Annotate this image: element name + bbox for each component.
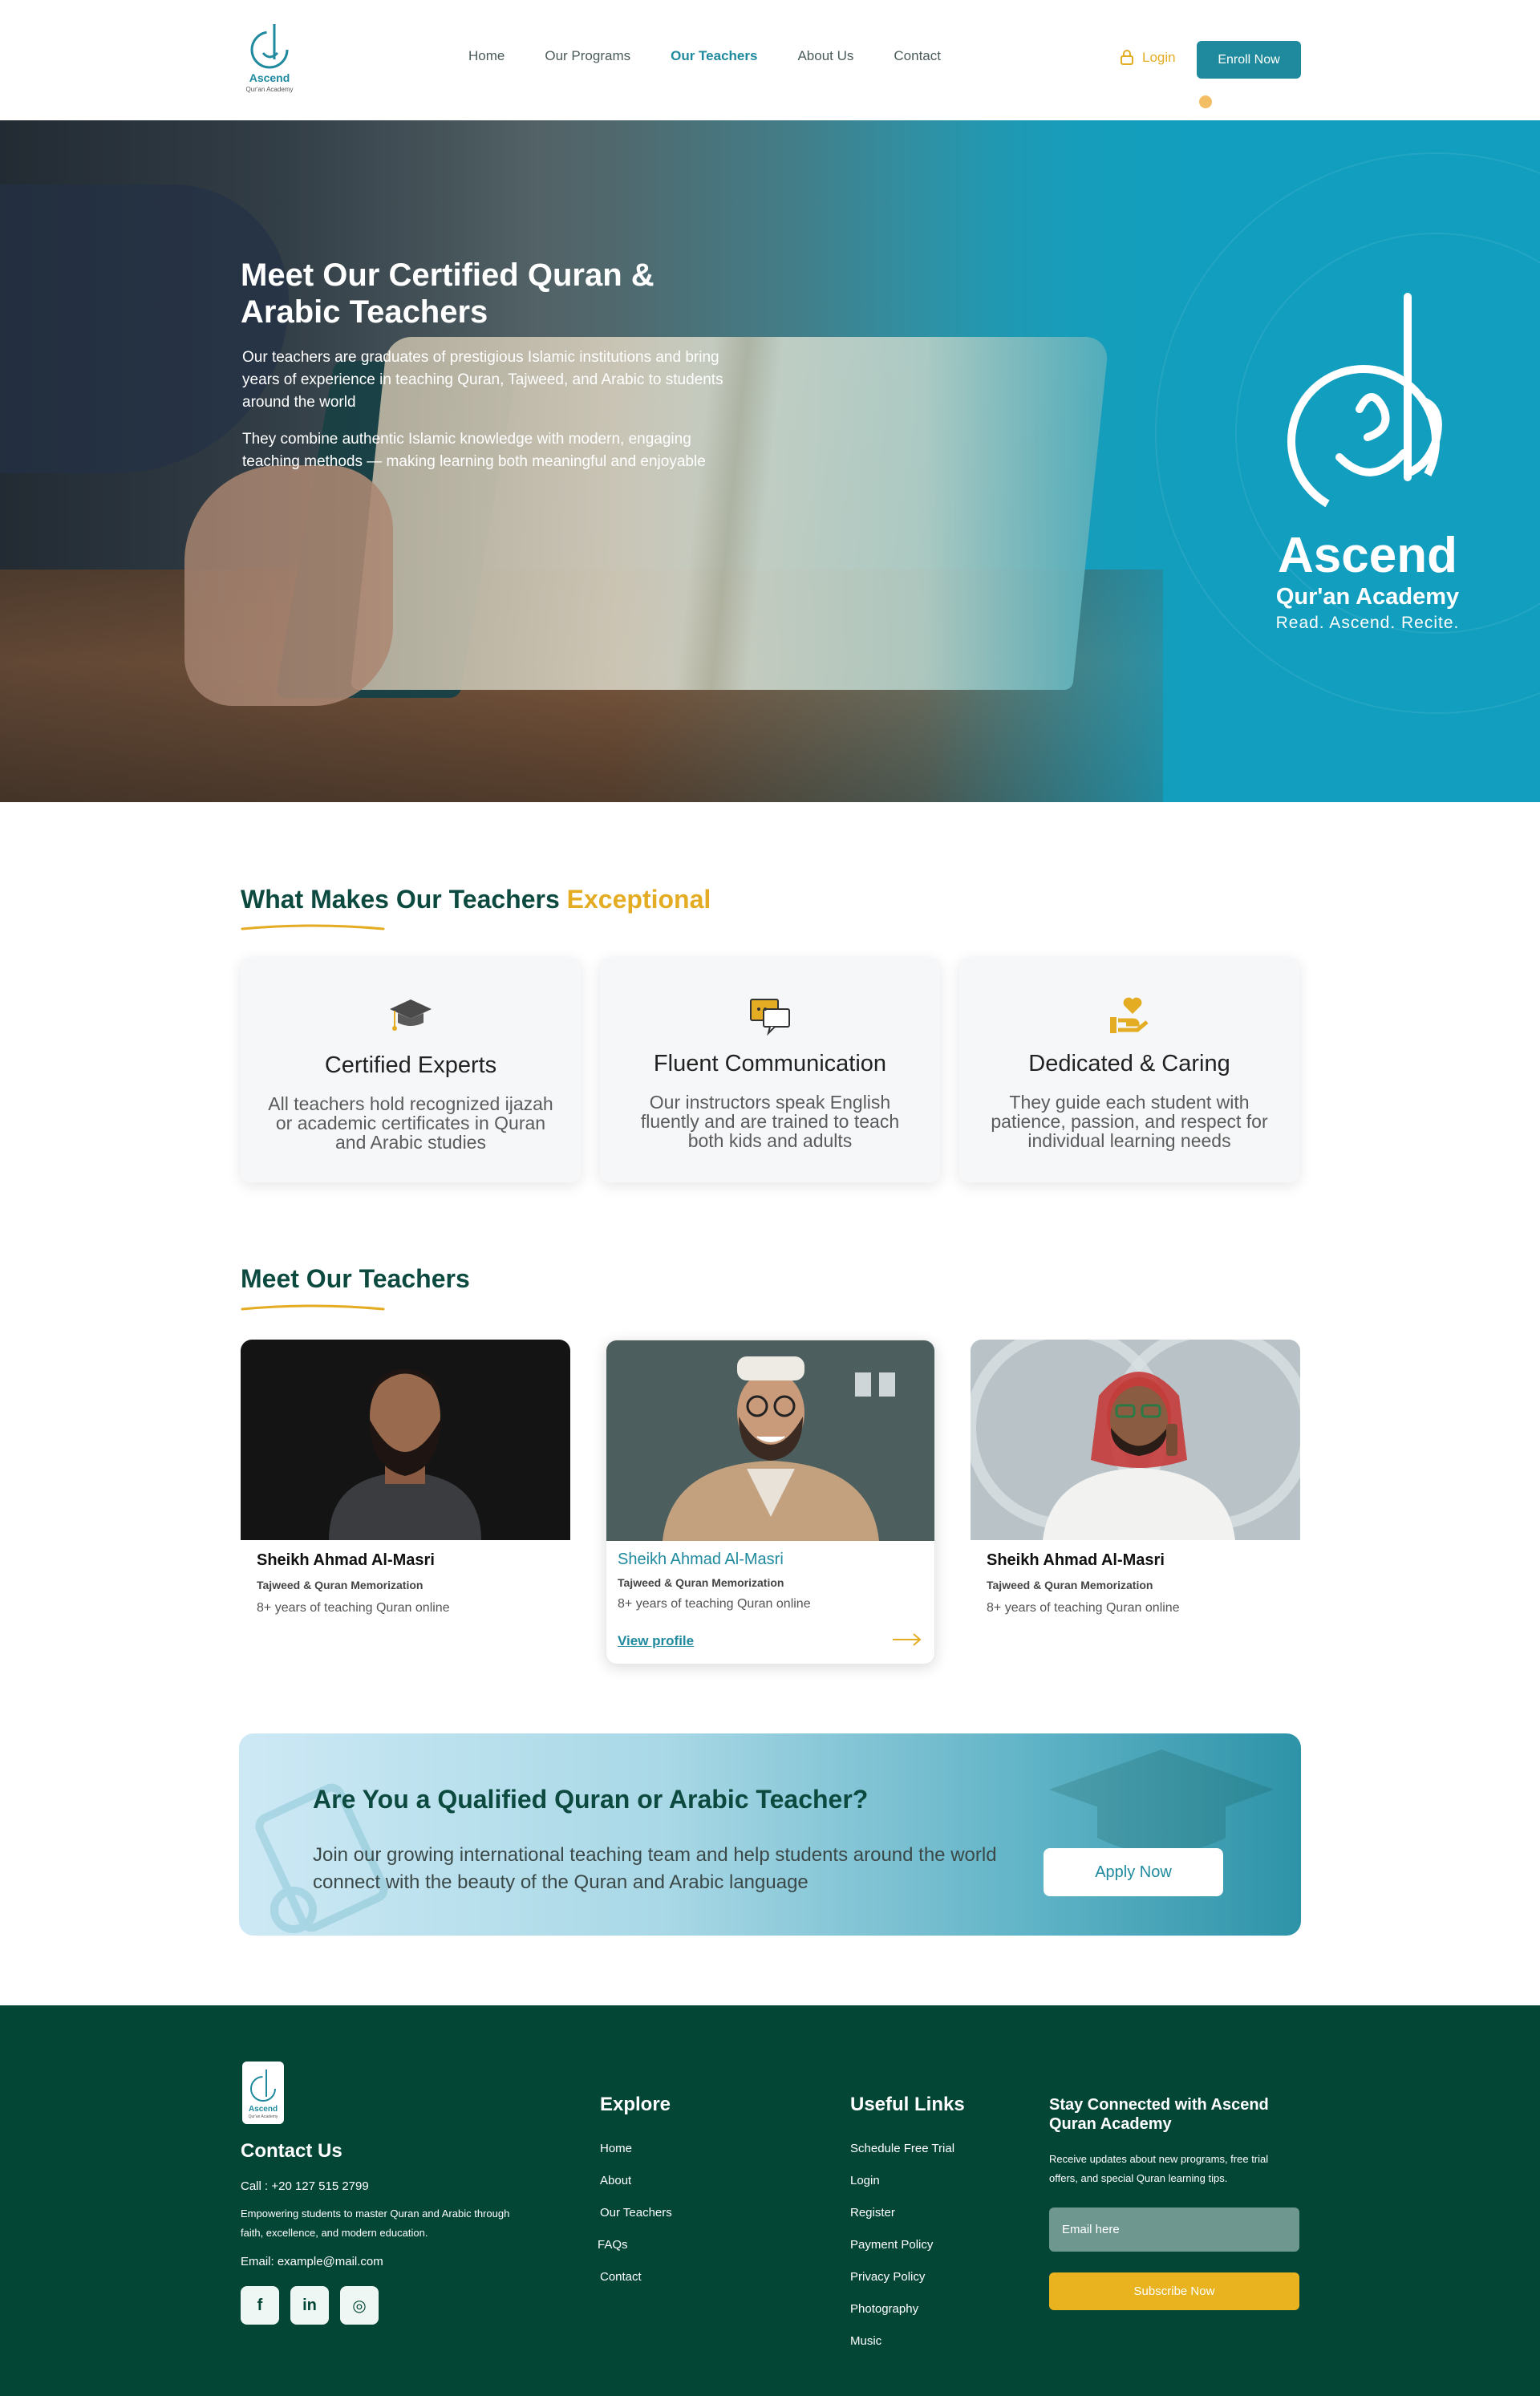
- logo-sub: Qur'an Academy: [246, 86, 294, 93]
- login-label: Login: [1142, 50, 1176, 65]
- hero-title: Meet Our Certified Quran & Arabic Teache…: [241, 257, 654, 330]
- lock-icon: [1121, 50, 1133, 65]
- cta-title: Are You a Qualified Quran or Arabic Teac…: [313, 1785, 869, 1814]
- footer-link-free-trial[interactable]: Schedule Free Trial: [850, 2142, 954, 2174]
- brand-subtitle: Qur'an Academy: [1275, 584, 1460, 610]
- teacher-card[interactable]: Sheikh Ahmad Al-Masri Tajweed & Quran Me…: [971, 1340, 1300, 1628]
- main-nav: Home Our Programs Our Teachers About Us …: [468, 48, 981, 64]
- brand-tagline: Read. Ascend. Recite.: [1275, 614, 1460, 632]
- teacher-experience: 8+ years of teaching Quran online: [257, 1601, 450, 1615]
- footer-link-photography[interactable]: Photography: [850, 2302, 954, 2334]
- footer-logo-sub: Qur'an Academy: [249, 2114, 278, 2119]
- footer-link-contact[interactable]: Contact: [600, 2270, 672, 2302]
- brand-name: Ascend: [1278, 528, 1457, 583]
- teacher-recruit-banner: Are You a Qualified Quran or Arabic Teac…: [239, 1733, 1301, 1936]
- nav-programs[interactable]: Our Programs: [545, 48, 630, 64]
- arrow-right-icon[interactable]: [891, 1632, 923, 1648]
- site-header: Ascend Qur'an Academy Home Our Programs …: [0, 0, 1540, 120]
- useful-links-title: Useful Links: [850, 2094, 965, 2115]
- nav-about[interactable]: About Us: [797, 48, 853, 64]
- instagram-icon[interactable]: ◎: [340, 2286, 379, 2325]
- features-title-main: What Makes Our Teachers: [241, 885, 567, 914]
- teachers-title: Meet Our Teachers: [241, 1264, 470, 1293]
- academy-logo[interactable]: Ascend Qur'an Academy: [241, 18, 298, 98]
- teacher-card[interactable]: Sheikh Ahmad Al-Masri Tajweed & Quran Me…: [606, 1340, 935, 1664]
- site-footer: Ascend Qur'an Academy Contact Us Call : …: [0, 2005, 1540, 2396]
- newsletter-title: Stay Connected with Ascend Quran Academy: [1049, 2096, 1269, 2133]
- hero-section: Meet Our Certified Quran & Arabic Teache…: [0, 120, 1540, 802]
- view-profile-link[interactable]: View profile: [618, 1633, 694, 1649]
- heart-hand-icon: [1110, 997, 1149, 1033]
- teacher-name: Sheikh Ahmad Al-Masri: [618, 1551, 784, 1568]
- chat-bubbles-icon: [750, 999, 790, 1036]
- teacher-specialty: Tajweed & Quran Memorization: [987, 1579, 1153, 1591]
- footer-link-about[interactable]: About: [600, 2174, 672, 2206]
- footer-link-home[interactable]: Home: [600, 2142, 672, 2174]
- teacher-photo: [241, 1340, 570, 1540]
- footer-link-login[interactable]: Login: [850, 2174, 954, 2206]
- explore-title: Explore: [600, 2094, 671, 2115]
- feature-card: Certified Experts All teachers hold reco…: [241, 958, 581, 1182]
- calligraphy-logo-icon: [1287, 293, 1442, 517]
- teacher-photo: [606, 1340, 934, 1541]
- footer-link-faqs[interactable]: FAQs: [598, 2238, 672, 2270]
- logo-name: Ascend: [249, 71, 290, 84]
- teacher-specialty: Tajweed & Quran Memorization: [257, 1579, 424, 1591]
- footer-link-teachers[interactable]: Our Teachers: [600, 2206, 672, 2238]
- feature-text: All teachers hold recognized ijazah or a…: [268, 1093, 553, 1153]
- notification-dot: [1199, 95, 1212, 108]
- feature-card: Dedicated & Caring They guide each stude…: [959, 958, 1299, 1182]
- teacher-name: Sheikh Ahmad Al-Masri: [987, 1551, 1165, 1569]
- graduation-cap-icon: [390, 999, 432, 1031]
- newsletter-email-input[interactable]: [1049, 2207, 1299, 2252]
- hero-paragraph-1: Our teachers are graduates of prestigiou…: [242, 349, 723, 411]
- feature-title: Dedicated & Caring: [1028, 1051, 1230, 1076]
- teacher-specialty: Tajweed & Quran Memorization: [618, 1576, 784, 1589]
- feature-title: Fluent Communication: [653, 1051, 887, 1076]
- footer-logo-name: Ascend: [249, 2105, 278, 2114]
- title-underline: [241, 1304, 385, 1311]
- footer-link-privacy-policy[interactable]: Privacy Policy: [850, 2270, 954, 2302]
- footer-link-payment-policy[interactable]: Payment Policy: [850, 2238, 954, 2270]
- teacher-name: Sheikh Ahmad Al-Masri: [257, 1551, 435, 1569]
- enroll-button[interactable]: Enroll Now: [1197, 41, 1301, 79]
- footer-link-register[interactable]: Register: [850, 2206, 954, 2238]
- feature-text: They guide each student with patience, p…: [991, 1092, 1268, 1151]
- nav-teachers[interactable]: Our Teachers: [671, 48, 757, 64]
- footer-logo[interactable]: Ascend Qur'an Academy: [242, 2062, 284, 2124]
- newsletter-text: Receive updates about new programs, free…: [1049, 2153, 1269, 2184]
- title-underline: [241, 924, 385, 930]
- explore-links: Home About Our Teachers FAQs Contact: [598, 2142, 672, 2302]
- footer-link-music[interactable]: Music: [850, 2334, 954, 2366]
- teacher-photo: [971, 1340, 1300, 1540]
- contact-phone[interactable]: Call : +20 127 515 2799: [241, 2179, 369, 2193]
- teacher-experience: 8+ years of teaching Quran online: [987, 1601, 1180, 1615]
- login-link[interactable]: Login: [1120, 50, 1176, 66]
- feature-text: Our instructors speak English fluently a…: [640, 1092, 900, 1151]
- apply-now-button[interactable]: Apply Now: [1044, 1848, 1223, 1896]
- contact-email[interactable]: Email: example@mail.com: [241, 2255, 383, 2268]
- teacher-experience: 8+ years of teaching Quran online: [618, 1597, 811, 1611]
- teacher-card[interactable]: Sheikh Ahmad Al-Masri Tajweed & Quran Me…: [241, 1340, 570, 1628]
- subscribe-button[interactable]: Subscribe Now: [1049, 2272, 1299, 2310]
- feature-card: Fluent Communication Our instructors spe…: [600, 958, 940, 1182]
- feature-title: Certified Experts: [324, 1052, 497, 1078]
- hero-paragraph-2: They combine authentic Islamic knowledge…: [242, 431, 706, 470]
- linkedin-icon[interactable]: in: [290, 2286, 329, 2325]
- facebook-icon[interactable]: f: [241, 2286, 279, 2325]
- footer-about: Empowering students to master Quran and …: [241, 2207, 510, 2239]
- graduation-cap-icon: [1049, 1749, 1274, 1854]
- nav-contact[interactable]: Contact: [894, 48, 941, 64]
- hero-brand-logo: Ascend Qur'an Academy Read. Ascend. Reci…: [1263, 289, 1472, 650]
- contact-title: Contact Us: [241, 2140, 342, 2162]
- features-title-accent: Exceptional: [566, 885, 711, 914]
- nav-home[interactable]: Home: [468, 48, 505, 64]
- useful-links: Schedule Free Trial Login Register Payme…: [850, 2142, 954, 2366]
- features-title: What Makes Our Teachers Exceptional: [241, 885, 711, 914]
- cta-text: Join our growing international teaching …: [313, 1844, 997, 1893]
